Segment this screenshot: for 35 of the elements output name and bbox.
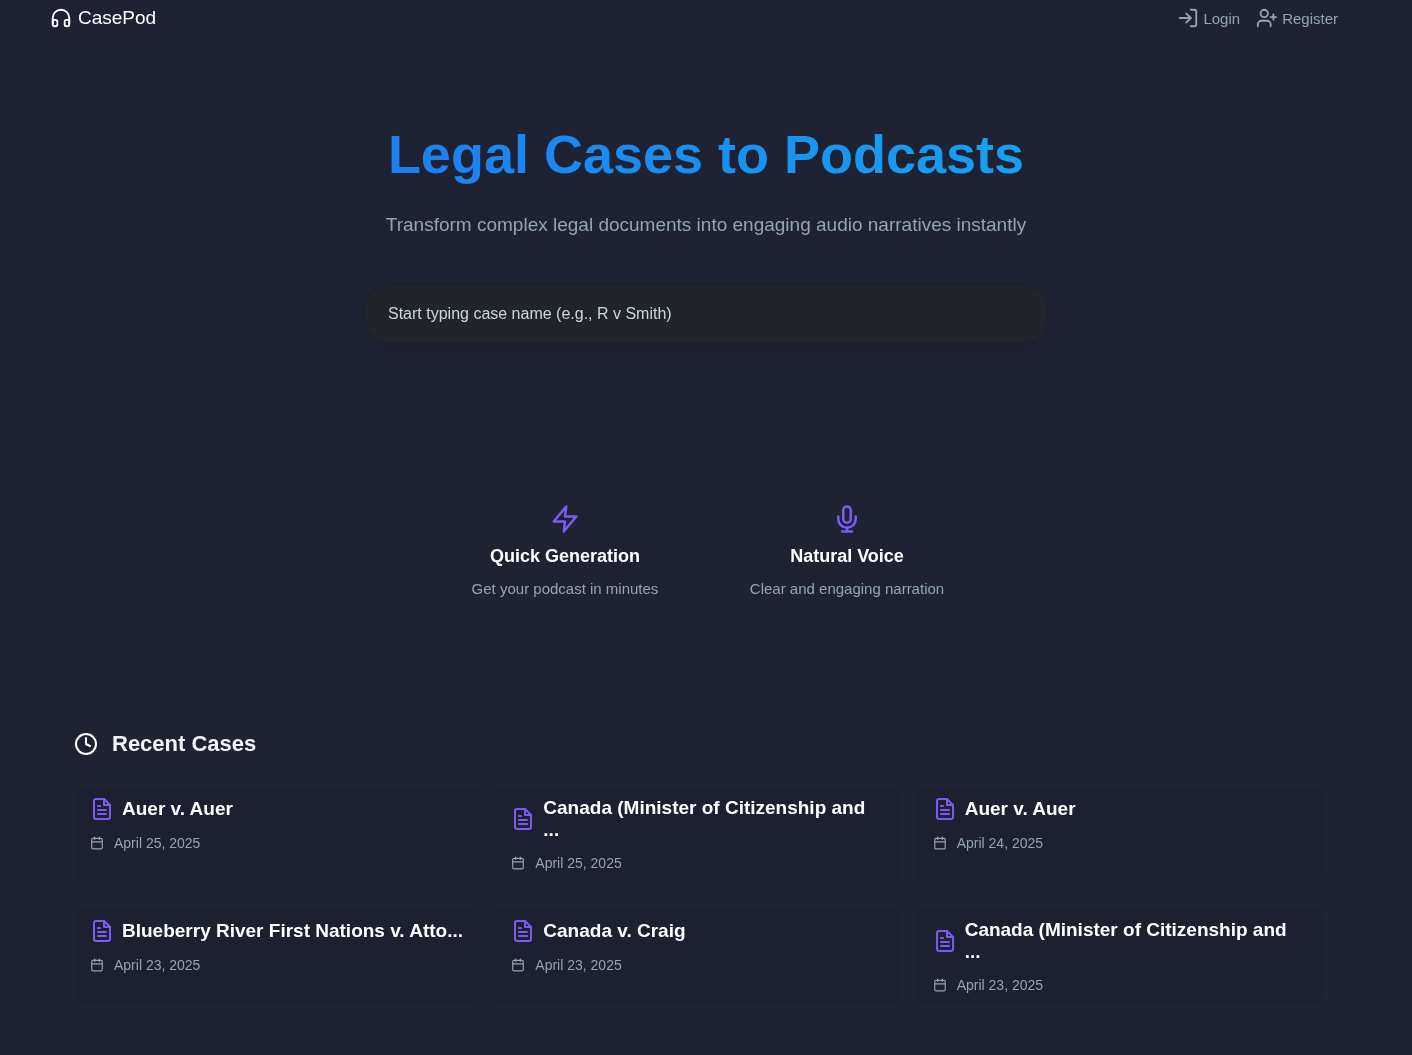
- case-title: Auer v. Auer: [964, 798, 1076, 820]
- logo-link[interactable]: CasePod: [50, 7, 157, 29]
- case-date: April 25, 2025: [114, 835, 201, 851]
- calendar-icon: [511, 856, 526, 870]
- feature-description: Clear and engaging narration: [749, 579, 945, 599]
- login-link[interactable]: Login: [1177, 7, 1241, 29]
- document-icon: [90, 797, 114, 821]
- register-link[interactable]: Register: [1256, 7, 1338, 29]
- calendar-icon: [90, 836, 104, 850]
- case-title: Auer v. Auer: [122, 798, 233, 820]
- calendar-icon: [932, 978, 947, 992]
- case-date: April 23, 2025: [535, 957, 622, 973]
- feature-description: Get your podcast in minutes: [471, 579, 659, 599]
- case-title: Canada (Minister of Citizenship and ...: [964, 919, 1288, 963]
- calendar-icon: [511, 958, 526, 972]
- headphones-icon: [50, 7, 72, 29]
- lightning-icon: [550, 504, 580, 534]
- document-icon: [90, 919, 114, 943]
- calendar-icon: [90, 958, 104, 972]
- feature-title: Quick Generation: [489, 546, 640, 567]
- search-field[interactable]: Start typing case name (e.g., R v Smith): [366, 286, 1046, 342]
- section-title: Recent Cases: [112, 731, 257, 757]
- case-title: Canada (Minister of Citizenship and ...: [543, 797, 867, 841]
- feature-title: Natural Voice: [790, 546, 904, 567]
- calendar-icon: [932, 836, 947, 850]
- case-date: April 23, 2025: [114, 957, 201, 973]
- case-date: April 24, 2025: [956, 835, 1044, 851]
- case-date: April 25, 2025: [535, 855, 622, 871]
- login-icon: [1177, 7, 1200, 29]
- case-date: April 23, 2025: [956, 977, 1044, 993]
- case-title: Canada v. Craig: [543, 920, 686, 942]
- case-title: Blueberry River First Nations v. Atto...: [122, 920, 464, 942]
- add-user-icon: [1256, 7, 1279, 29]
- clock-icon: [74, 732, 98, 756]
- hero-subtitle: Transform complex legal documents into engaging audio narratives instantly: [385, 214, 1027, 236]
